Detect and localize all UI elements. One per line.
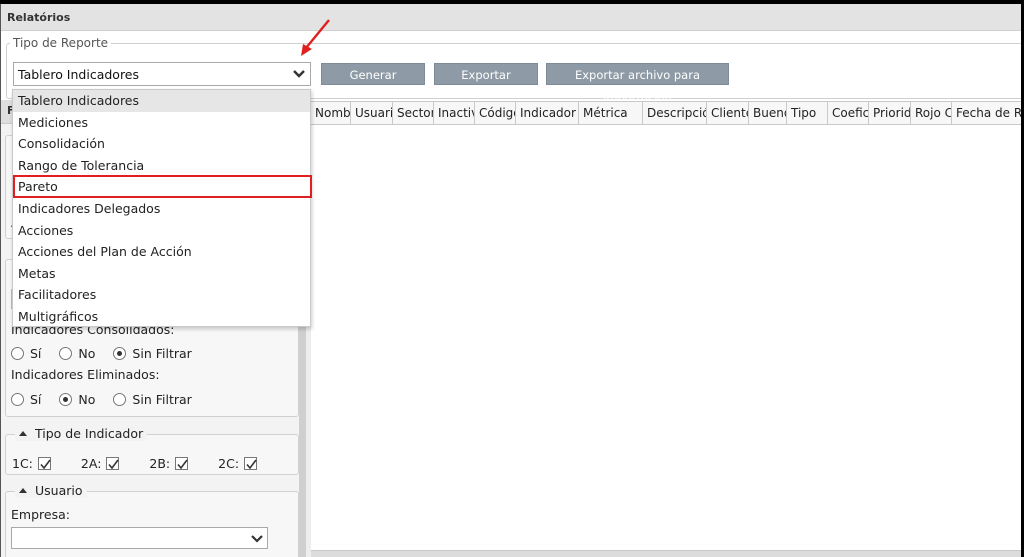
radio-label: No bbox=[78, 391, 96, 407]
checkbox-checked-icon[interactable] bbox=[175, 457, 189, 470]
reports-window: Relatórios Tipo de Reporte Tablero Indic… bbox=[0, 4, 1021, 557]
column-header[interactable]: Prioridad bbox=[869, 102, 911, 124]
column-header[interactable]: Coeficiente bbox=[828, 102, 869, 124]
type-1c[interactable]: 1C: bbox=[12, 456, 51, 471]
report-type-selected: Tablero Indicadores bbox=[18, 67, 140, 82]
grid-body bbox=[311, 125, 1021, 551]
dropdown-option[interactable]: Indicadores Delegados bbox=[13, 198, 310, 220]
deleted-radio-group: Sí No Sin Filtrar bbox=[11, 391, 210, 407]
column-header[interactable]: Descripción bbox=[643, 102, 707, 124]
type-2c[interactable]: 2C: bbox=[218, 456, 258, 471]
collapse-triangle-icon[interactable] bbox=[19, 431, 27, 436]
dropdown-option[interactable]: Tablero Indicadores bbox=[13, 90, 310, 112]
red-arrow-annotation-icon bbox=[301, 19, 330, 56]
user-legend[interactable]: Usuario bbox=[15, 483, 87, 498]
export-button[interactable]: Exportar bbox=[434, 63, 538, 85]
generate-button[interactable]: Generar bbox=[321, 63, 425, 85]
column-header[interactable]: Usuario bbox=[351, 102, 393, 124]
column-header[interactable]: Código bbox=[475, 102, 516, 124]
dropdown-option[interactable]: Acciones bbox=[13, 220, 310, 242]
export-import-file-button[interactable]: Exportar archivo para importación bbox=[546, 63, 729, 104]
user-title: Usuario bbox=[35, 483, 83, 498]
radio-icon[interactable] bbox=[113, 392, 127, 406]
column-header[interactable]: Nombr bbox=[311, 102, 351, 124]
radio-label: No bbox=[78, 345, 96, 361]
indicator-type-legend[interactable]: Tipo de Indicador bbox=[15, 426, 148, 441]
collapse-triangle-icon[interactable] bbox=[19, 488, 27, 493]
report-type-select[interactable]: Tablero Indicadores bbox=[13, 62, 311, 86]
window-title: Relatórios bbox=[1, 4, 1021, 31]
radio-icon[interactable] bbox=[59, 346, 73, 360]
dropdown-option[interactable]: Acciones del Plan de Acción bbox=[13, 241, 310, 263]
deleted-no-filter[interactable]: Sin Filtrar bbox=[113, 391, 192, 407]
report-type-legend: Tipo de Reporte bbox=[10, 36, 112, 50]
report-type-dropdown-list: Tablero Indicadores Mediciones Consolida… bbox=[12, 89, 311, 327]
column-header[interactable]: Sector bbox=[393, 102, 434, 124]
radio-selected-icon[interactable] bbox=[113, 346, 127, 360]
column-header[interactable]: Inactivo bbox=[434, 102, 475, 124]
consolidated-no[interactable]: No bbox=[59, 346, 95, 361]
dropdown-option[interactable]: Multigráficos bbox=[13, 306, 310, 328]
company-select[interactable] bbox=[11, 527, 268, 549]
radio-label: Sin Filtrar bbox=[132, 345, 192, 361]
grid-header: Nombr Usuario Sector Inactivo Código Ind… bbox=[311, 101, 1021, 125]
checkbox-label: 1C: bbox=[12, 456, 33, 471]
company-label: Empresa: bbox=[11, 507, 70, 522]
column-header[interactable]: Bueno bbox=[749, 102, 787, 124]
chevron-down-icon[interactable] bbox=[249, 530, 265, 546]
deleted-no[interactable]: No bbox=[59, 392, 95, 407]
dropdown-option[interactable]: Facilitadores bbox=[13, 284, 310, 306]
indicator-type-checkboxes: 1C: 2A: 2B: 2C: bbox=[12, 456, 287, 471]
column-header[interactable]: Fecha de Registro bbox=[952, 102, 1021, 124]
type-2b[interactable]: 2B: bbox=[149, 456, 189, 471]
dropdown-option[interactable]: Metas bbox=[13, 263, 310, 285]
checkbox-label: 2A: bbox=[80, 456, 102, 471]
indicator-type-title: Tipo de Indicador bbox=[35, 426, 144, 441]
dropdown-option-pareto[interactable]: Pareto bbox=[13, 176, 310, 198]
radio-selected-icon[interactable] bbox=[59, 392, 73, 406]
checkbox-checked-icon[interactable] bbox=[37, 457, 51, 470]
chevron-down-icon[interactable] bbox=[289, 64, 309, 84]
checkbox-checked-icon[interactable] bbox=[244, 457, 258, 470]
dropdown-option[interactable]: Mediciones bbox=[13, 112, 310, 134]
consolidated-yes[interactable]: Sí bbox=[11, 346, 41, 361]
grid-horizontal-scrollbar[interactable] bbox=[311, 550, 1021, 557]
type-2a[interactable]: 2A: bbox=[81, 456, 120, 471]
radio-icon[interactable] bbox=[11, 392, 24, 406]
consolidated-radio-group: Sí No Sin Filtrar bbox=[11, 345, 210, 361]
checkbox-checked-icon[interactable] bbox=[106, 457, 120, 470]
dropdown-option[interactable]: Rango de Tolerancia bbox=[13, 155, 310, 177]
deleted-yes[interactable]: Sí bbox=[11, 392, 41, 407]
column-header[interactable]: Cliente bbox=[707, 102, 749, 124]
deleted-label: Indicadores Eliminados: bbox=[11, 367, 160, 382]
column-header[interactable]: Indicador bbox=[516, 102, 579, 124]
consolidated-no-filter[interactable]: Sin Filtrar bbox=[113, 345, 192, 361]
radio-label: Sin Filtrar bbox=[132, 391, 192, 407]
radio-icon[interactable] bbox=[11, 346, 24, 360]
column-header[interactable]: Tipo bbox=[787, 102, 828, 124]
checkbox-label: 2C: bbox=[218, 456, 240, 471]
checkbox-label: 2B: bbox=[149, 456, 171, 471]
column-header[interactable]: Métrica bbox=[579, 102, 643, 124]
radio-label: Sí bbox=[30, 345, 42, 361]
dropdown-option[interactable]: Consolidación bbox=[13, 133, 310, 155]
column-header[interactable]: Rojo Crítico bbox=[911, 102, 952, 124]
radio-label: Sí bbox=[30, 391, 42, 407]
